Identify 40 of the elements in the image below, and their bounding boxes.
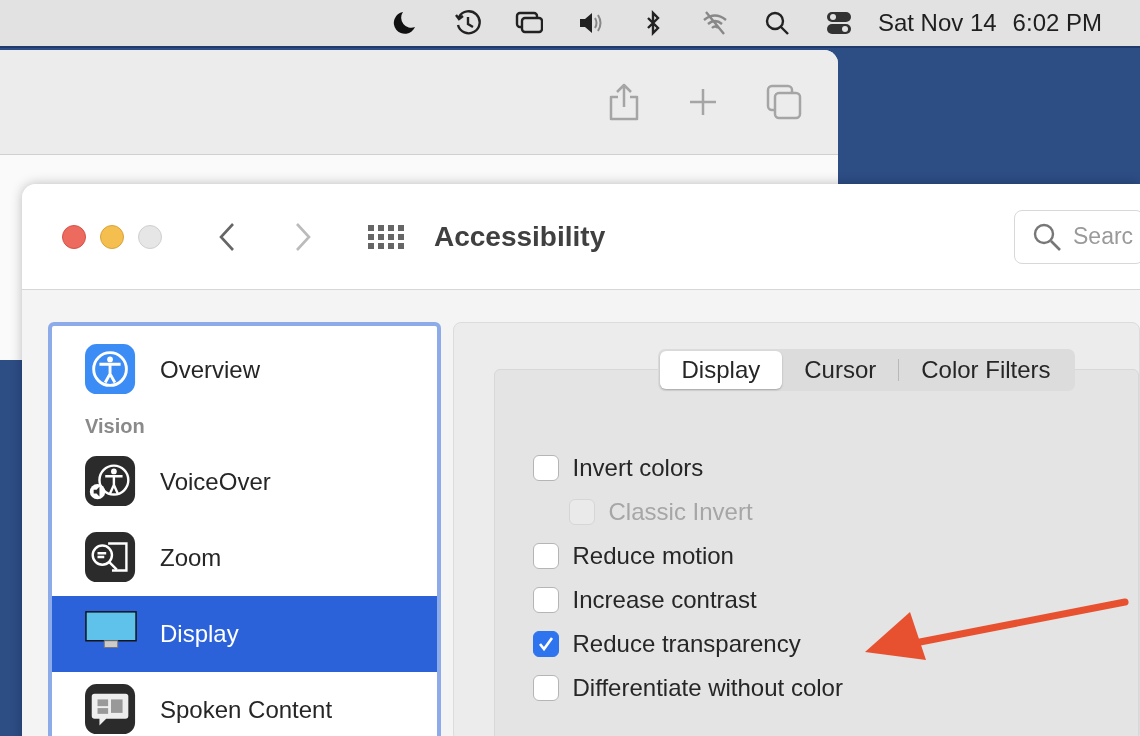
tab[interactable]: Color Filters: [899, 351, 1073, 389]
tab[interactable]: Display: [659, 351, 783, 389]
checkbox[interactable]: [532, 587, 559, 613]
window-minimize-button[interactable]: [100, 224, 124, 249]
search-field[interactable]: Searc: [1014, 209, 1140, 264]
checkbox[interactable]: [532, 455, 559, 481]
checkbox[interactable]: [532, 631, 559, 657]
sidebar-item[interactable]: Spoken Content: [52, 672, 437, 736]
checkbox-label: Reduce transparency: [572, 629, 801, 659]
accessibility-speaker-icon: [85, 456, 137, 508]
sidebar-item[interactable]: Overview: [52, 332, 437, 408]
menu-bar-clock: 6:02 PM: [1012, 8, 1102, 38]
plus-icon[interactable]: [688, 87, 718, 117]
accessibility-icon: [85, 344, 137, 396]
window-close-button[interactable]: [62, 224, 86, 249]
sidebar-item[interactable]: Display: [52, 596, 437, 672]
back-icon[interactable]: [218, 221, 236, 252]
sidebar-section-header: Vision: [84, 414, 146, 439]
check-icon: [536, 635, 555, 653]
checkbox[interactable]: [532, 675, 559, 701]
sidebar-item[interactable]: Zoom: [52, 520, 437, 596]
checkbox[interactable]: [532, 543, 559, 569]
share-icon[interactable]: [608, 83, 640, 121]
sidebar-item[interactable]: VoiceOver: [52, 444, 437, 520]
grid-icon[interactable]: [368, 224, 404, 249]
tab[interactable]: Cursor: [782, 351, 899, 389]
tabs-icon[interactable]: [766, 84, 802, 120]
checkbox-label: Invert colors: [572, 453, 704, 483]
checkbox-label: Increase contrast: [572, 585, 757, 615]
speech-bubble-icon: [85, 684, 137, 736]
checkbox-label: Differentiate without color: [572, 673, 843, 703]
clock-history-icon[interactable]: [452, 9, 481, 37]
menu-bar-date: Sat Nov 14: [877, 8, 997, 38]
checkbox-label: Classic Invert: [608, 497, 753, 527]
window-title: Accessibility: [434, 219, 606, 254]
magnifier-icon: [85, 532, 137, 584]
control-center-icon[interactable]: [824, 9, 853, 37]
window-zoom-button[interactable]: [138, 224, 162, 249]
forward-icon[interactable]: [294, 221, 312, 252]
checkbox-label: Reduce motion: [572, 541, 734, 571]
